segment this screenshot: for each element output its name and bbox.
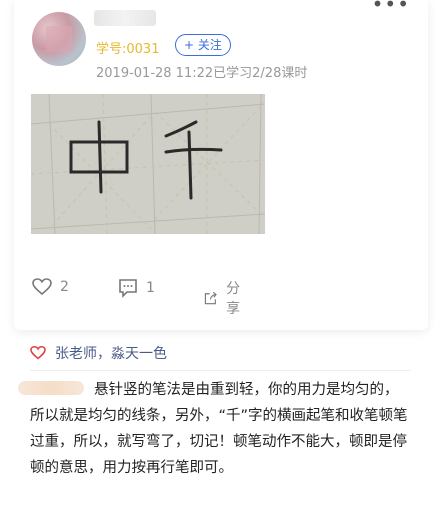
comment-button[interactable]: 1 <box>118 278 155 298</box>
follow-button[interactable]: + 关注 <box>175 34 231 56</box>
avatar[interactable] <box>32 12 86 66</box>
share-button[interactable]: 分享 <box>204 278 246 318</box>
liked-by-row: 张老师，淼天一色 <box>30 343 167 363</box>
post-meta: 2019-01-28 11:22已学习2/28课时 <box>96 66 308 81</box>
heart-outline-icon <box>32 278 52 296</box>
calligraphy-image <box>31 94 265 234</box>
more-dots-icon[interactable]: ••• <box>372 0 410 16</box>
share-icon <box>204 291 217 305</box>
comment-count: 1 <box>146 280 155 296</box>
divider <box>30 370 411 371</box>
calligraphy-photo[interactable] <box>31 94 265 234</box>
like-button[interactable]: 2 <box>32 278 69 296</box>
comment-text: 悬针竖的笔法是由重到轻，你的用力是均匀的，所以就是均匀的线条，另外，“千”字的横… <box>30 382 408 476</box>
student-id: 学号:0031 <box>96 42 160 57</box>
username-blurred <box>94 10 156 26</box>
share-label: 分享 <box>226 281 241 317</box>
comment-icon <box>119 279 137 298</box>
post-card: ••• 学号:0031 + 关注 2019-01-28 11:22已学习2/28… <box>14 0 428 330</box>
liked-by-names[interactable]: 张老师，淼天一色 <box>55 343 167 363</box>
heart-icon <box>30 346 46 360</box>
like-count: 2 <box>60 279 69 295</box>
